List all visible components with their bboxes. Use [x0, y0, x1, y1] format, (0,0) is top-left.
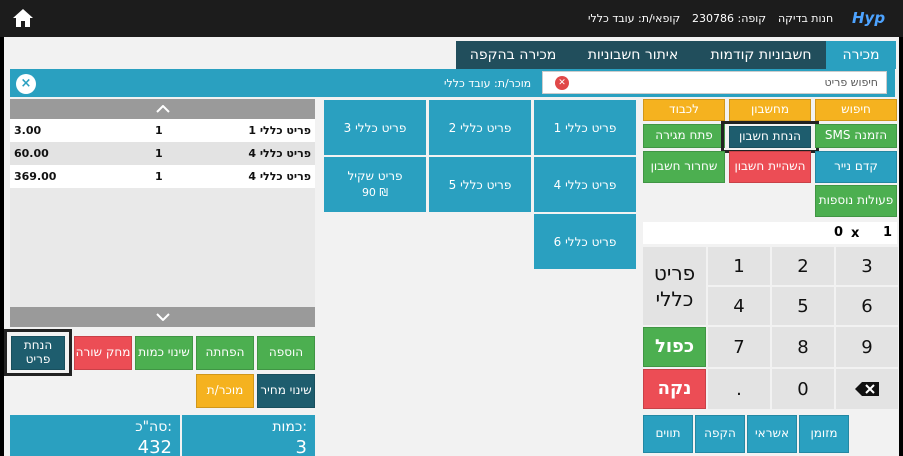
key-5[interactable]: 5 [772, 287, 834, 325]
register-label: קופה: 230786 [692, 12, 767, 25]
tab-find-invoices[interactable]: איתור חשבוניות [570, 41, 696, 69]
hyp-logo: Hyp [852, 9, 886, 27]
qty-value: 3 [295, 437, 307, 456]
qty-label: כמות: [272, 419, 307, 435]
clear-key[interactable]: נקה [643, 369, 706, 409]
change-qty-button[interactable]: שינוי כמות [135, 336, 193, 370]
key-9[interactable]: 9 [836, 327, 898, 367]
invoice-discount-button[interactable]: הנחת חשבון [729, 126, 811, 148]
sum-label: סה"כ: [135, 419, 172, 435]
cart-scroll-up[interactable] [10, 99, 315, 119]
cart-row[interactable]: 369.00 1 פריט כללי 4 [10, 165, 315, 188]
cart-row[interactable]: 3.00 1 פריט כללי 1 [10, 119, 315, 142]
key-0[interactable]: 0 [772, 369, 834, 409]
multiplier-field[interactable]: 0 x 1 [643, 222, 897, 244]
delete-line-button[interactable]: מחק שורה [74, 336, 132, 370]
release-invoice-button[interactable]: שחרור חשבון [643, 151, 725, 183]
sum-total-panel: סה"כ: 432 [10, 415, 180, 456]
item-discount-button[interactable]: הנחת פריט [11, 336, 65, 370]
sum-value: 432 [137, 437, 172, 456]
cash-button[interactable]: מזומן [799, 415, 849, 453]
cashier-label: קופאי/ת: עובד כללי [588, 12, 681, 25]
add-button[interactable]: הוספה [257, 336, 315, 370]
salesperson-label: מוכר/ת: עובד כללי [444, 77, 532, 90]
key-dot[interactable]: . [708, 369, 770, 409]
item-button-2[interactable]: פריט כללי 2 [429, 100, 531, 155]
suspend-invoice-button[interactable]: השהיית חשבון [729, 151, 811, 183]
credit-button[interactable]: אשראי [747, 415, 797, 453]
sms-order-button[interactable]: SMS הזמנה [815, 124, 897, 148]
search-input[interactable]: חיפוש פריט [542, 71, 887, 94]
key-8[interactable]: 8 [772, 327, 834, 367]
cart-scroll-down[interactable] [10, 307, 315, 327]
item-button-6[interactable]: פריט כללי 6 [534, 214, 636, 269]
key-2[interactable]: 2 [772, 247, 834, 285]
salesperson-button[interactable]: מוכר/ת [196, 374, 254, 408]
item-button-weighted[interactable]: פריט שקיל 90 ₪ [324, 157, 426, 212]
calculator-button[interactable]: מחשבון [729, 99, 811, 121]
search-button[interactable]: חיפוש [815, 99, 897, 121]
item-button-1[interactable]: פריט כללי 1 [534, 100, 636, 155]
change-price-button[interactable]: שינוי מחיר [257, 374, 315, 408]
key-3[interactable]: 3 [836, 247, 898, 285]
key-4[interactable]: 4 [708, 287, 770, 325]
backspace-key[interactable] [836, 369, 898, 409]
honor-button[interactable]: לכבוד [643, 99, 725, 121]
clear-search-icon[interactable]: ✕ [555, 76, 569, 90]
credit-account-button[interactable]: הקפה [695, 415, 745, 453]
item-button-5[interactable]: פריט כללי 5 [429, 157, 531, 212]
open-drawer-button[interactable]: פתח מגירה [643, 124, 725, 148]
close-icon[interactable]: × [16, 74, 36, 94]
key-6[interactable]: 6 [836, 287, 898, 325]
item-button-3[interactable]: פריט כללי 3 [324, 100, 426, 155]
store-label: חנות בדיקה [778, 12, 834, 25]
vouchers-button[interactable]: תווים [643, 415, 693, 453]
paper-advance-button[interactable]: קדם נייר [815, 151, 897, 183]
qty-total-panel: כמות: 3 [182, 415, 315, 456]
tab-previous-invoices[interactable]: חשבוניות קודמות [696, 41, 826, 69]
backspace-icon [855, 382, 879, 396]
chevron-up-icon [155, 105, 170, 113]
home-icon[interactable] [12, 8, 34, 28]
item-button-4[interactable]: פריט כללי 4 [534, 157, 636, 212]
top-bar: קופאי/ת: עובד כללי קופה: 230786 חנות בדי… [0, 0, 903, 37]
cart-row[interactable]: 60.00 1 פריט כללי 4 [10, 142, 315, 165]
chevron-down-icon [155, 313, 170, 321]
cart-empty-area [10, 188, 315, 307]
general-item-key[interactable]: פריט כללי [643, 247, 706, 325]
key-7[interactable]: 7 [708, 327, 770, 367]
reduce-button[interactable]: הפחתה [196, 336, 254, 370]
main-area: מכירה בהקפה איתור חשבוניות חשבוניות קודמ… [4, 37, 899, 456]
tab-sale[interactable]: מכירה [826, 41, 896, 69]
tab-prepaid-sale[interactable]: מכירה בהקפה [456, 41, 570, 69]
more-actions-button[interactable]: פעולות נוספות [815, 185, 897, 217]
double-key[interactable]: כפול [643, 327, 706, 367]
key-1[interactable]: 1 [708, 247, 770, 285]
